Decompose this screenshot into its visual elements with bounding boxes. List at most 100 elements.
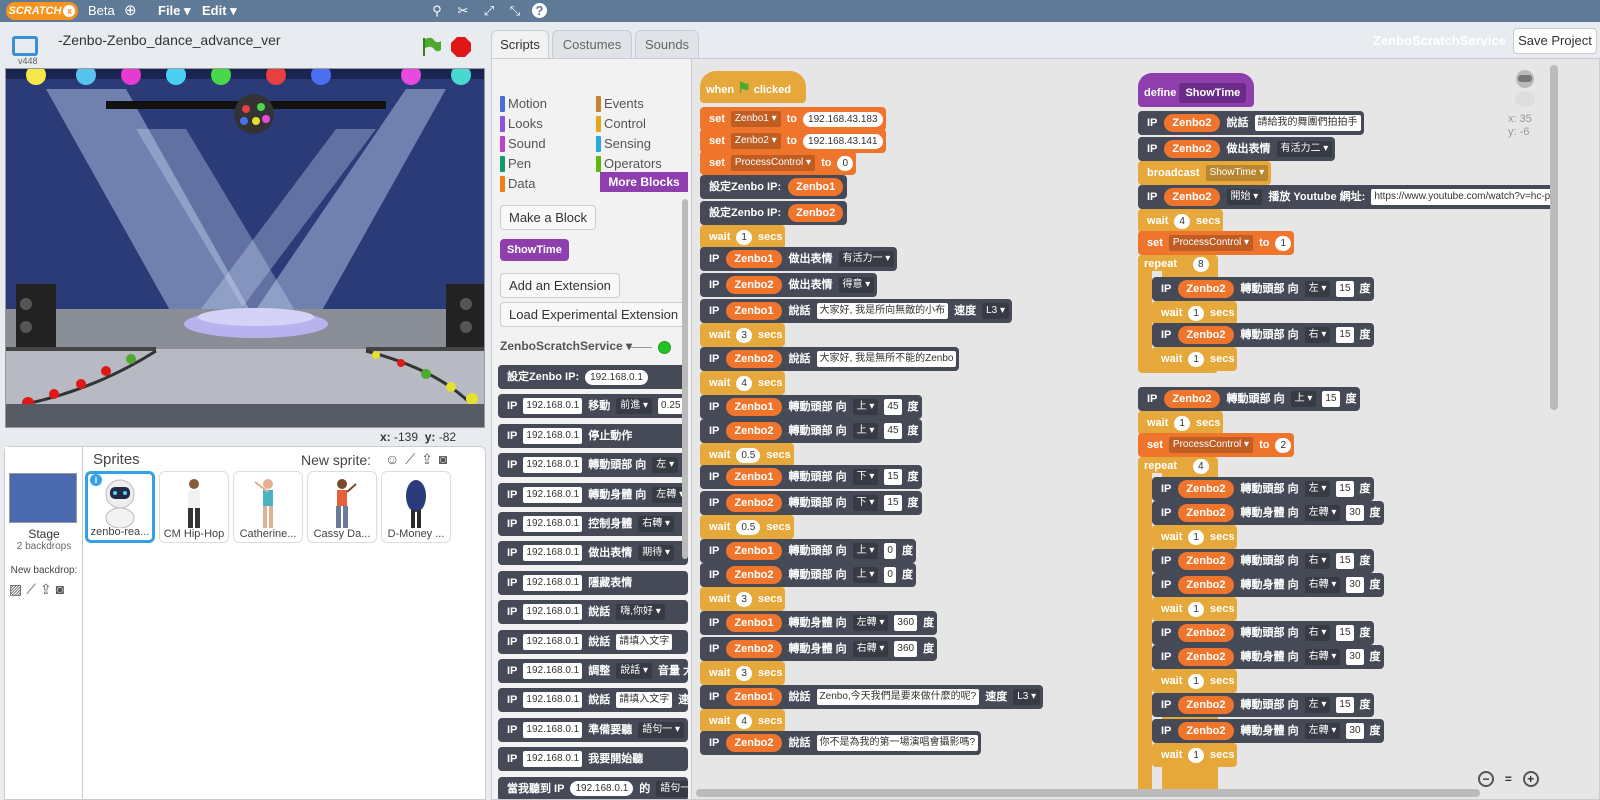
block-number-input[interactable]: 1: [1188, 601, 1204, 617]
block-dropdown[interactable]: 左轉 ▾: [852, 615, 889, 632]
block-text-input[interactable]: 15: [884, 495, 902, 512]
block-text-input[interactable]: 你不是為我的第一場演唱會攝影嗎?: [816, 735, 979, 752]
sprite-thumb-catherine[interactable]: Catherine...: [233, 471, 303, 543]
script-vertical-scrollbar[interactable]: [1550, 65, 1558, 410]
block-text-input[interactable]: 30: [1346, 505, 1364, 522]
block-dropdown[interactable]: 下 ▾: [852, 469, 879, 486]
variable-reporter[interactable]: Zenbo2: [1178, 624, 1234, 643]
block-dropdown[interactable]: 有活力二 ▾: [1276, 141, 1333, 158]
script-block[interactable]: IP Zenbo2 轉動頭部 向下 ▾ 15 度: [700, 491, 922, 515]
block-text-input[interactable]: 192.168.0.1: [523, 574, 583, 591]
script-block[interactable]: wait 4 secs: [1138, 209, 1224, 233]
palette-extension-block[interactable]: IP 192.168.0.1 控制身體 右轉 ▾: [498, 512, 688, 536]
script-block[interactable]: IP Zenbo2 說話 大家好, 我是無所不能的Zenbo: [700, 347, 960, 371]
palette-extension-block[interactable]: IP 192.168.0.1 停止動作: [498, 423, 688, 448]
script-block[interactable]: IP Zenbo2 轉動身體 向左轉 ▾ 30 度: [1152, 719, 1384, 743]
palette-extension-block[interactable]: 當我聽到 IP 192.168.0.1 的語句一 ▾: [498, 776, 688, 799]
variable-reporter[interactable]: Zenbo2: [1178, 576, 1234, 595]
duplicate-icon[interactable]: ⚲: [428, 2, 446, 20]
script-block[interactable]: wait 1 secs: [1152, 669, 1238, 693]
variable-reporter[interactable]: Zenbo2: [1178, 722, 1234, 741]
block-dropdown[interactable]: ProcessControl ▾: [1168, 235, 1254, 252]
palette-block-showtime[interactable]: ShowTime: [500, 239, 569, 261]
edit-menu[interactable]: Edit ▾: [202, 0, 237, 22]
info-icon[interactable]: i: [90, 474, 102, 486]
block-dropdown[interactable]: 說話 ▾: [616, 663, 653, 680]
upload-backdrop-icon[interactable]: ⇪: [40, 581, 56, 597]
fullscreen-icon[interactable]: [12, 36, 38, 56]
block-number-input[interactable]: 192.168.0.1: [570, 781, 634, 797]
script-block[interactable]: set ProcessControl ▾ to 1: [1138, 231, 1295, 255]
script-block[interactable]: IP Zenbo2 轉動頭部 向左 ▾ 15 度: [1152, 477, 1374, 501]
block-dropdown[interactable]: 嗨,你好 ▾: [616, 604, 665, 621]
palette-extension-block[interactable]: IP192.168.0.1轉動頭部 向左 ▾4: [498, 453, 688, 478]
script-block[interactable]: IP Zenbo1 轉動頭部 向上 ▾ 0 度: [700, 539, 916, 563]
block-text-input[interactable]: Zenbo,今天我們是要來做什麼的呢?: [816, 689, 980, 706]
stage-thumbnail[interactable]: [9, 473, 77, 523]
block-dropdown[interactable]: 右 ▾: [1304, 553, 1331, 570]
variable-reporter[interactable]: Zenbo1: [726, 688, 782, 707]
block-dropdown[interactable]: 右轉 ▾: [1304, 649, 1341, 666]
script-block[interactable]: set ProcessControl ▾ to 0: [700, 151, 857, 175]
block-text-input[interactable]: 30: [1346, 649, 1364, 666]
block-number-input[interactable]: 3: [736, 327, 752, 343]
block-dropdown[interactable]: 上 ▾: [852, 567, 879, 584]
category-sound[interactable]: Sound: [500, 135, 546, 153]
block-number-input[interactable]: 1: [1174, 415, 1190, 431]
script-block[interactable]: IP Zenbo1 說話 Zenbo,今天我們是要來做什麼的呢? 速度 L3 ▾: [700, 685, 1044, 709]
script-block[interactable]: wait 4 secs: [700, 371, 786, 395]
script-block[interactable]: wait 1 secs: [1152, 525, 1238, 549]
script-block[interactable]: IP Zenbo2 轉動身體 向左轉 ▾ 30 度: [1152, 501, 1384, 525]
palette-scrollbar[interactable]: [682, 199, 688, 559]
script-block[interactable]: set ProcessControl ▾ to 2: [1138, 433, 1295, 457]
block-number-input[interactable]: 1: [1188, 673, 1204, 689]
script-block[interactable]: IP Zenbo2 開始 ▾ 播放 Youtube 網址: https://www.yo…: [1138, 185, 1556, 209]
block-text-input[interactable]: 15: [1336, 327, 1354, 344]
block-dropdown[interactable]: 前進 ▾: [616, 398, 653, 415]
sprite-thumb-zenbo[interactable]: i zenbo-rea...: [85, 471, 155, 543]
script-block[interactable]: wait 0.5 secs: [700, 443, 794, 467]
script-block[interactable]: wait 1 secs: [1152, 347, 1238, 371]
block-text-input[interactable]: 大家好, 我是所向無敵的小布: [816, 303, 949, 320]
variable-reporter[interactable]: Zenbo1: [726, 250, 782, 269]
script-block[interactable]: IP Zenbo2 轉動頭部 向左 ▾ 15 度: [1152, 277, 1374, 301]
block-number-input[interactable]: 1: [1188, 529, 1204, 545]
category-operators[interactable]: Operators: [596, 155, 662, 173]
repeat-count[interactable]: 4: [1193, 459, 1209, 474]
upload-sprite-icon[interactable]: ⇪: [421, 451, 439, 467]
category-events[interactable]: Events: [596, 95, 644, 113]
script-block[interactable]: IP Zenbo2 轉動頭部 向左 ▾ 15 度: [1152, 693, 1374, 717]
script-block[interactable]: 設定Zenbo IP: Zenbo2: [700, 201, 848, 225]
script-block[interactable]: IP Zenbo1 說話 大家好, 我是所向無敵的小布 速度 L3 ▾: [700, 299, 1013, 323]
script-block[interactable]: wait 1 secs: [1152, 743, 1238, 767]
block-dropdown[interactable]: 有活力一 ▾: [838, 251, 895, 268]
variable-reporter[interactable]: Zenbo1: [726, 542, 782, 561]
script-block[interactable]: wait 1 secs: [1152, 301, 1238, 325]
block-dropdown[interactable]: 右 ▾: [1304, 327, 1331, 344]
block-text-input[interactable]: 請填入文字: [616, 692, 673, 709]
script-block[interactable]: IP Zenbo1 轉動頭部 向下 ▾ 15 度: [700, 465, 922, 489]
script-block[interactable]: wait 1 secs: [1138, 411, 1224, 435]
block-text-input[interactable]: 192.168.0.1: [523, 692, 583, 709]
variable-reporter[interactable]: Zenbo2: [726, 566, 782, 585]
block-dropdown[interactable]: Zenbo1 ▾: [730, 111, 781, 128]
palette-extension-block[interactable]: IP 192.168.0.1 轉動身體 向左轉 ▾: [498, 482, 688, 507]
block-dropdown[interactable]: 左轉 ▾: [1304, 505, 1341, 522]
variable-reporter[interactable]: Zenbo2: [726, 276, 782, 295]
block-text-input[interactable]: 大家好, 我是無所不能的Zenbo: [816, 351, 957, 368]
category-more-blocks[interactable]: More Blocks: [600, 172, 688, 192]
block-dropdown[interactable]: L3 ▾: [1013, 689, 1041, 706]
variable-reporter[interactable]: Zenbo2: [1164, 188, 1220, 207]
block-text-input[interactable]: 360: [894, 615, 918, 632]
block-dropdown[interactable]: 下 ▾: [852, 495, 879, 512]
block-dropdown[interactable]: 左轉 ▾: [1304, 723, 1341, 740]
block-dropdown[interactable]: 右轉 ▾: [852, 641, 889, 658]
script-block[interactable]: wait 1 secs: [1152, 597, 1238, 621]
add-extension-button[interactable]: Add an Extension: [500, 273, 620, 298]
block-dropdown[interactable]: ShowTime ▾: [1205, 165, 1269, 182]
script-block[interactable]: IP Zenbo2 轉動頭部 向右 ▾ 15 度: [1152, 549, 1374, 573]
variable-reporter[interactable]: Zenbo2: [1178, 552, 1234, 571]
block-dropdown[interactable]: 上 ▾: [852, 543, 879, 560]
help-icon[interactable]: ?: [532, 3, 547, 18]
palette-extension-block[interactable]: IP 192.168.0.1 說話請填入文字速度: [498, 688, 688, 713]
